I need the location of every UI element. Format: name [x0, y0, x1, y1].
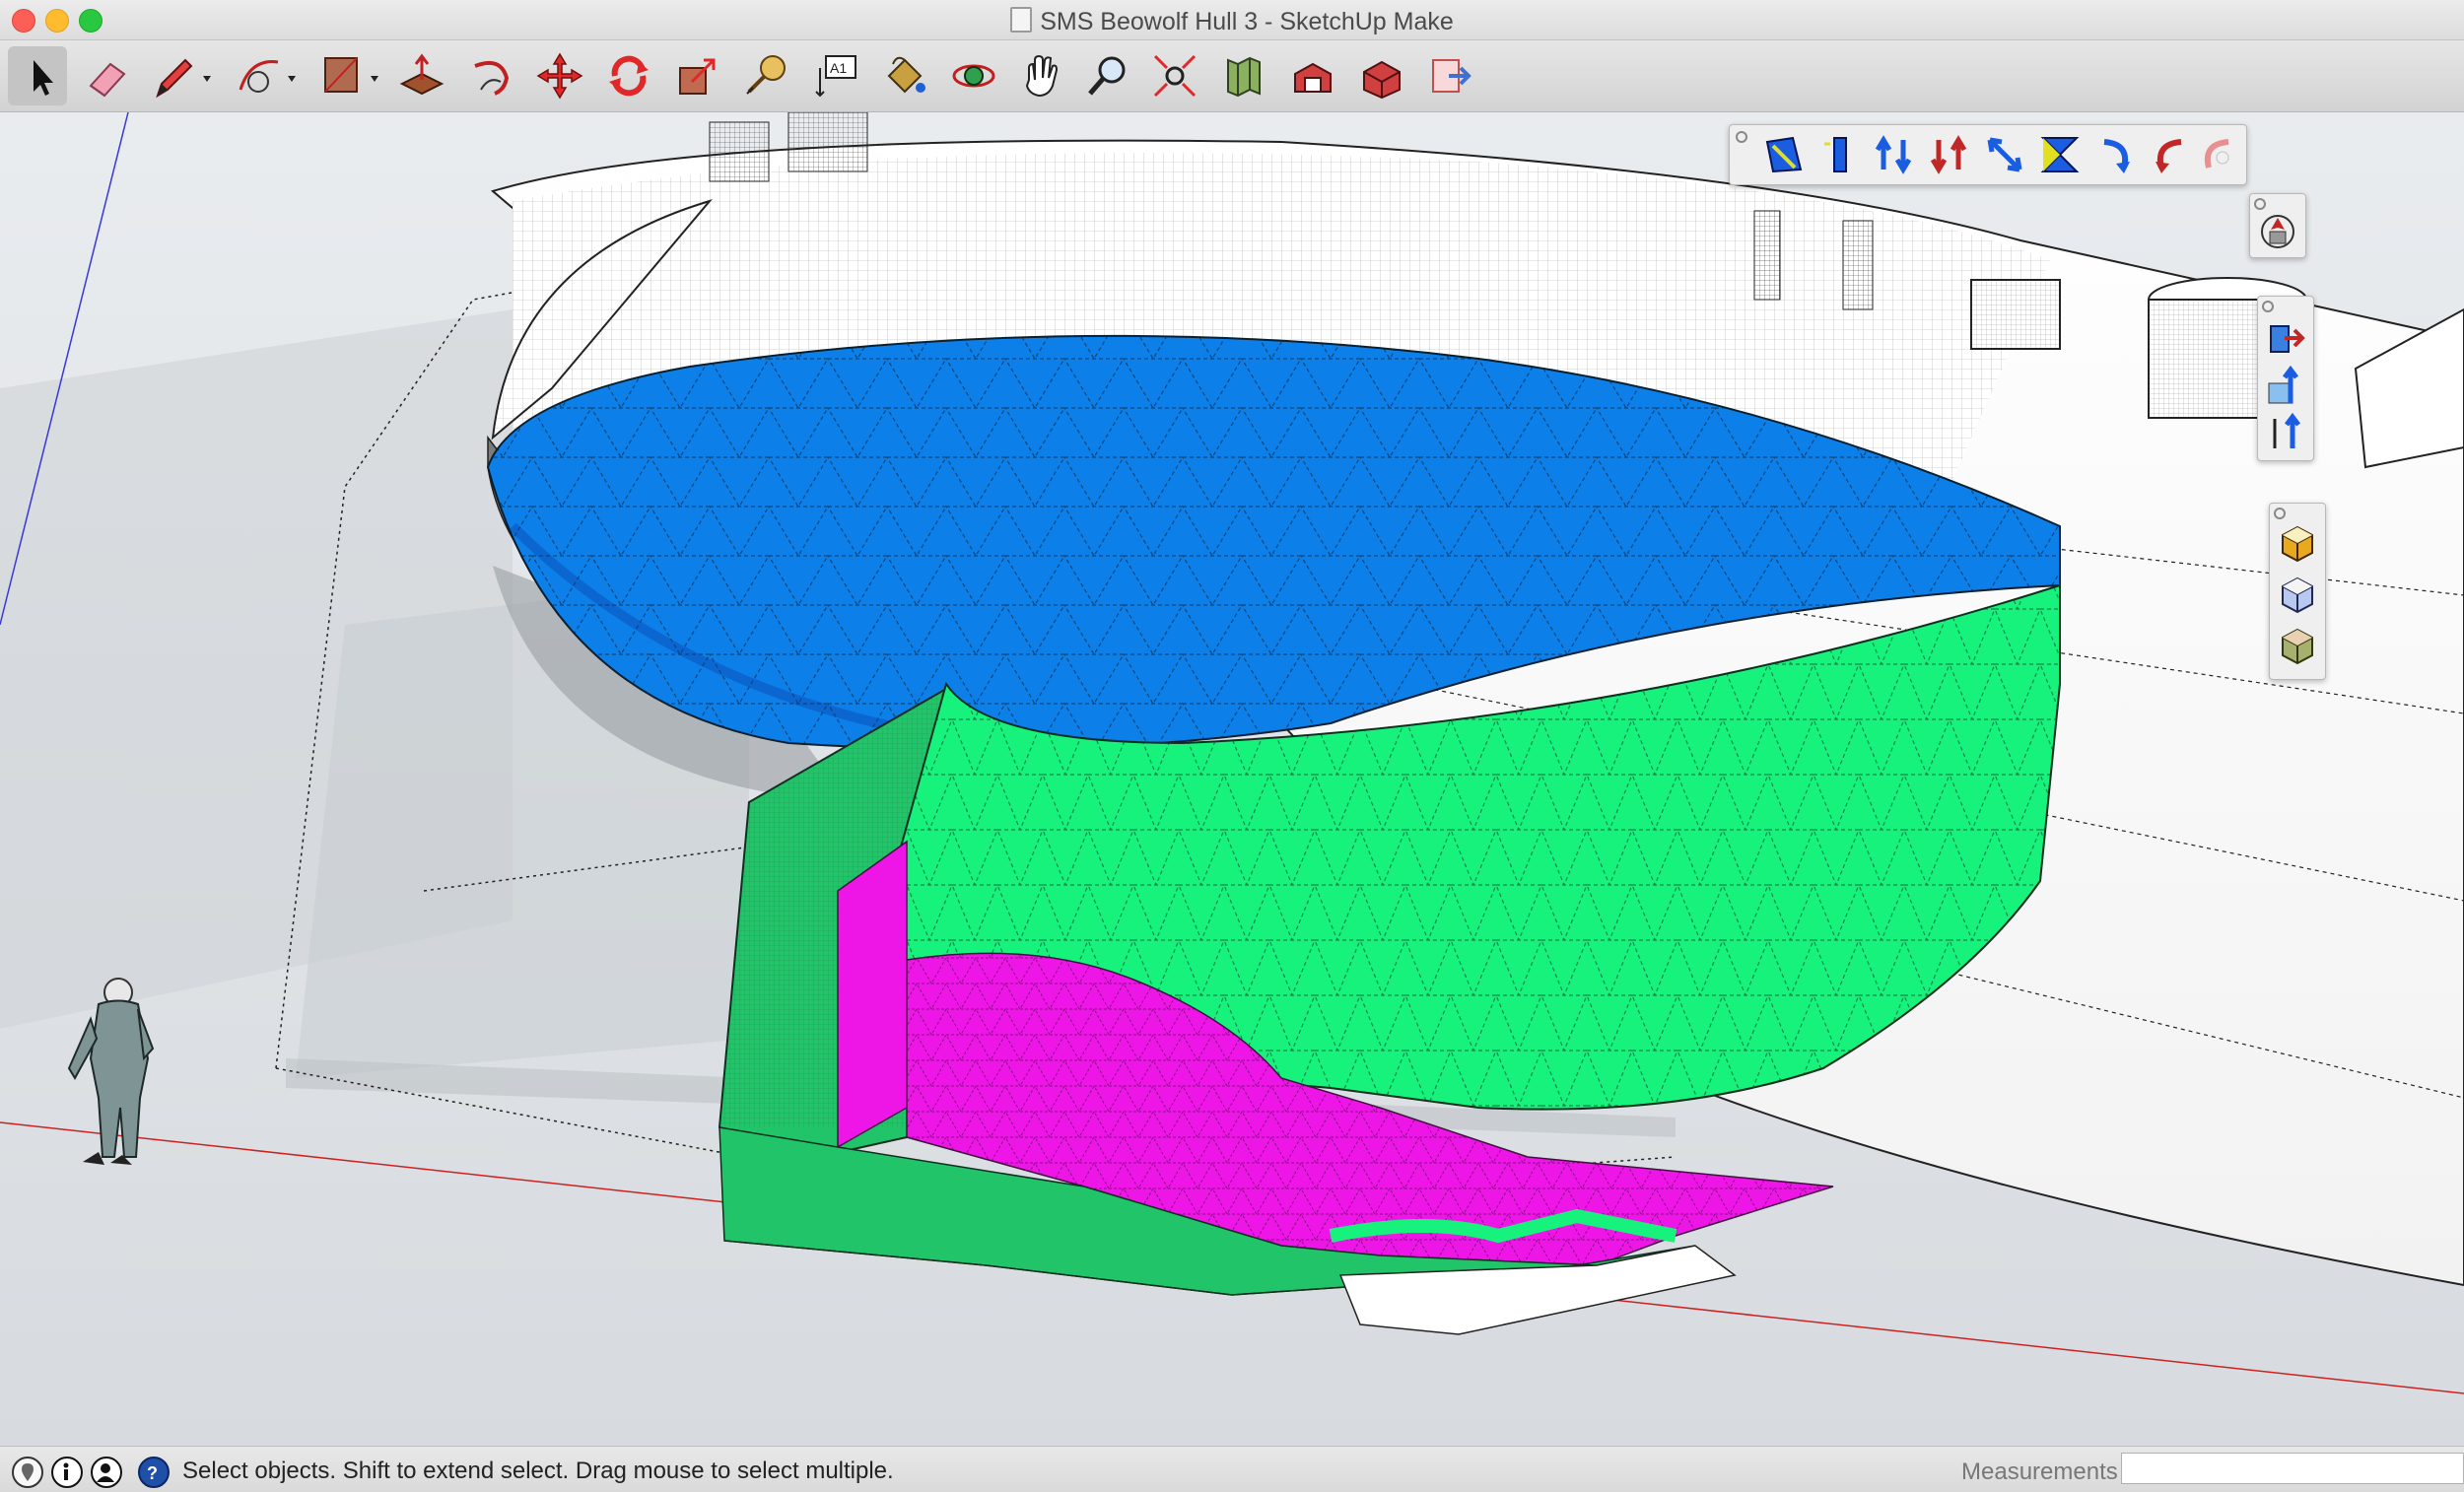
paint-bucket-tool-button[interactable] — [875, 46, 934, 105]
eraser-tool-button[interactable] — [77, 46, 136, 105]
main-toolbar: A1 — [0, 40, 2464, 112]
arrow-cursor-icon — [34, 60, 53, 96]
up-down-arrows-icon — [1875, 135, 1912, 174]
text-tool-button[interactable]: A1 — [806, 46, 865, 105]
pencil-icon — [156, 58, 211, 99]
warehouse-icon — [1294, 62, 1332, 93]
zoom-extents-tool-button[interactable] — [1145, 46, 1204, 105]
orbit-tool-button[interactable] — [944, 46, 1003, 105]
push-pull-icon — [399, 53, 445, 96]
section-plane-icon — [2270, 325, 2305, 353]
style-textured-button[interactable] — [2273, 622, 2322, 671]
component-box-icon — [1363, 60, 1401, 100]
push-pull-tool-button[interactable] — [392, 46, 451, 105]
shaded-cube-icon — [2282, 525, 2313, 563]
measurements-label: Measurements — [1961, 1458, 2118, 1485]
magnifier-icon — [1088, 56, 1126, 96]
xray-cube-icon — [2282, 576, 2313, 614]
tape-measure-icon — [746, 55, 786, 95]
curve-arrow-faded-icon — [2205, 139, 2229, 169]
section-palette — [2257, 296, 2314, 461]
export-icon — [1432, 59, 1472, 93]
geo-location-icon[interactable] — [12, 1457, 43, 1488]
paint-bucket-icon — [887, 56, 925, 94]
follow-me-tool-button[interactable] — [461, 46, 520, 105]
components-button[interactable] — [1352, 46, 1411, 105]
tape-measure-tool-button[interactable] — [737, 46, 796, 105]
view-palette — [2249, 193, 2306, 258]
scale-tool-button[interactable] — [668, 46, 727, 105]
display-section-button[interactable] — [2253, 208, 2302, 257]
palette-tool-8[interactable] — [2146, 130, 2195, 179]
hourglass-icon — [2040, 137, 2080, 172]
palette-tool-9[interactable] — [2193, 130, 2242, 179]
rectangle-tool-button[interactable] — [313, 46, 378, 105]
palette-tool-7[interactable] — [2090, 130, 2140, 179]
status-hint-text: Select objects. Shift to extend select. … — [182, 1458, 894, 1484]
title-bar: SMS Beowolf Hull 3 - SketchUp Make — [0, 0, 2464, 40]
zoom-tool-button[interactable] — [1078, 46, 1137, 105]
curve-arrow-blue-icon — [2103, 139, 2130, 173]
style-xray-button[interactable] — [2273, 571, 2322, 620]
select-tool-button[interactable] — [8, 46, 67, 105]
rotate-icon — [609, 55, 649, 97]
map-icon — [1227, 56, 1261, 98]
rectangle-icon — [324, 57, 378, 93]
status-bar: ? Select objects. Shift to extend select… — [0, 1446, 2464, 1492]
palette-tool-3[interactable] — [1870, 130, 1919, 179]
window-title: SMS Beowolf Hull 3 - SketchUp Make — [0, 7, 2464, 36]
document-icon — [1010, 7, 1033, 33]
palette-pin-icon[interactable] — [1736, 131, 1747, 143]
hull-model-drawing[interactable] — [0, 112, 2464, 1446]
select-face-icon — [1765, 136, 1803, 173]
text-label-icon: A1 — [815, 55, 856, 98]
scale-icon — [679, 58, 716, 95]
palette-tool-4[interactable] — [1925, 130, 1974, 179]
select-edge-icon — [1824, 137, 1847, 172]
section-display-button[interactable] — [2261, 362, 2310, 411]
palette-tool-5[interactable] — [1980, 130, 2029, 179]
user-account-icon[interactable] — [91, 1457, 122, 1488]
rotate-tool-button[interactable] — [599, 46, 658, 105]
textured-cube-icon — [2282, 628, 2313, 665]
measurements-input[interactable] — [2121, 1453, 2464, 1484]
red-arrows-icon — [1930, 135, 1967, 174]
geo-location-button[interactable] — [1214, 46, 1273, 105]
orbit-icon — [952, 64, 995, 88]
section-globe-icon — [2261, 215, 2294, 248]
help-icon[interactable]: ? — [138, 1457, 170, 1488]
extension-warehouse-button[interactable] — [1421, 46, 1480, 105]
section-plane-button[interactable] — [2261, 310, 2310, 360]
palette-tool-1[interactable] — [1759, 130, 1809, 179]
tools-palette — [1729, 124, 2247, 185]
pencil-tool-button[interactable] — [146, 46, 211, 105]
palette-tool-6[interactable] — [2035, 130, 2085, 179]
move-arrows-icon — [536, 52, 583, 100]
styles-palette — [2269, 503, 2326, 680]
style-shaded-button[interactable] — [2273, 519, 2322, 569]
info-icon[interactable] — [51, 1457, 83, 1488]
curve-arrow-red-icon — [2156, 139, 2182, 173]
follow-me-icon — [474, 61, 510, 96]
palette-tool-2[interactable] — [1814, 130, 1864, 179]
palette-pin-icon[interactable] — [2274, 508, 2286, 519]
svg-text:A1: A1 — [830, 60, 847, 76]
eraser-icon — [89, 62, 126, 98]
pan-tool-button[interactable] — [1013, 46, 1072, 105]
pan-hand-icon — [1025, 54, 1059, 98]
warehouse-button[interactable] — [1283, 46, 1342, 105]
move-tool-button[interactable] — [530, 46, 589, 105]
arc-tool-button[interactable] — [231, 46, 296, 105]
zoom-extents-icon — [1153, 54, 1197, 98]
diagonal-arrow-icon — [1987, 137, 2022, 172]
section-fill-icon — [2268, 365, 2298, 404]
arc-icon — [239, 60, 296, 93]
model-viewport[interactable] — [0, 112, 2464, 1446]
section-cut-icon — [2273, 412, 2300, 448]
section-cut-button[interactable] — [2261, 407, 2310, 456]
svg-text:?: ? — [147, 1463, 158, 1483]
